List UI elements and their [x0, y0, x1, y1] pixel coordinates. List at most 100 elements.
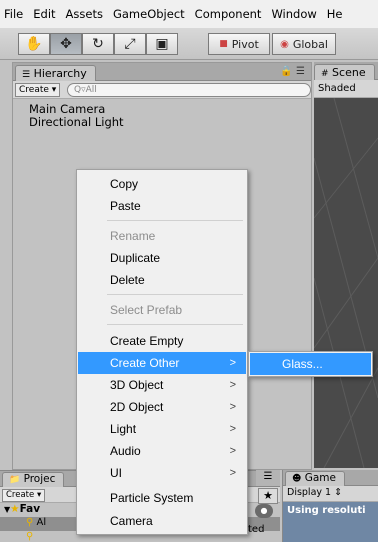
menu-component[interactable]: Component — [195, 7, 262, 21]
globe-icon: ◉ — [280, 38, 289, 50]
favorites-label: Fav — [19, 503, 41, 515]
menu-item-glass[interactable]: Glass... — [250, 353, 371, 375]
submenu-arrow-icon: > — [229, 423, 236, 435]
global-label: Global — [292, 37, 328, 51]
panel-menu-icons[interactable]: 🔒 ☰ — [280, 66, 305, 77]
star-icon: ★ — [10, 503, 20, 515]
rotate-tool-button[interactable]: ↻ — [82, 33, 114, 55]
menu-item-duplicate[interactable]: Duplicate — [78, 247, 246, 269]
menu-item-ui[interactable]: UI > — [78, 462, 246, 484]
menu-item-label: Create Empty — [110, 334, 184, 348]
menu-item-label: Glass... — [282, 357, 323, 371]
scene-viewport[interactable] — [314, 98, 378, 468]
menu-item-camera[interactable]: Camera — [78, 510, 246, 532]
menu-item-rename: Rename — [78, 225, 246, 247]
menu-item-label: Light — [110, 422, 137, 436]
menu-item-label: 3D Object — [110, 378, 164, 392]
create-dropdown[interactable]: Create ▾ — [15, 83, 61, 97]
toolbar: ✋ ✥ ↻ ⤢ ▣ ■ Pivot ◉ Global — [0, 28, 378, 60]
panel-menu-icon[interactable]: ☰ — [256, 470, 280, 486]
pivot-toggle[interactable]: ■ Pivot — [208, 33, 270, 55]
search-icon: ⚲ — [26, 531, 34, 542]
search-icon: ⚲ — [26, 517, 34, 528]
menu-item-2d-object[interactable]: 2D Object > — [78, 396, 246, 418]
hierarchy-search-input[interactable]: Q▿All — [67, 83, 311, 97]
display-dropdown[interactable]: Display 1 — [287, 487, 331, 498]
menu-item-audio[interactable]: Audio > — [78, 440, 246, 462]
hierarchy-item-directional-light[interactable]: Directional Light — [29, 116, 311, 129]
inspector-text-fragment: ted — [248, 524, 265, 535]
project-create-label: Create — [6, 490, 35, 500]
menu-item-paste[interactable]: Paste — [78, 195, 246, 217]
menu-item-copy[interactable]: Copy — [78, 173, 246, 195]
tab-project[interactable]: 📁 Projec — [2, 472, 65, 487]
rect-tool-icon: ▣ — [155, 36, 169, 52]
favorites-item-label: Al — [36, 517, 47, 528]
menu-item-label: Delete — [110, 273, 145, 287]
game-panel: ☻ Game Display 1 ⇕ Using resoluti — [282, 470, 378, 542]
list-icon: ☰ — [22, 70, 31, 80]
create-other-submenu: Glass... — [248, 351, 373, 377]
menu-gameobject[interactable]: GameObject — [113, 7, 185, 21]
hierarchy-tab-label: Hierarchy — [33, 67, 87, 80]
hierarchy-list: Main Camera Directional Light — [13, 99, 311, 129]
menu-item-select-prefab: Select Prefab — [78, 299, 246, 321]
hand-icon: ✋ — [25, 36, 43, 52]
grid-icon: # — [321, 69, 329, 79]
menu-item-create-empty[interactable]: Create Empty — [78, 330, 246, 352]
submenu-arrow-icon: > — [229, 445, 236, 457]
hand-tool-button[interactable]: ✋ — [18, 33, 50, 55]
menu-bar: File Edit Assets GameObject Component Wi… — [0, 0, 378, 28]
menu-file[interactable]: File — [4, 7, 23, 21]
menu-item-particle-system[interactable]: Particle System — [78, 487, 246, 509]
game-view: Using resoluti — [283, 502, 378, 542]
menu-item-create-other[interactable]: Create Other > — [78, 352, 246, 374]
dropdown-arrow-icon: ▾ — [51, 85, 57, 95]
tab-game[interactable]: ☻ Game — [285, 471, 345, 486]
menu-edit[interactable]: Edit — [33, 7, 55, 21]
project-tab-label: Projec — [23, 473, 56, 485]
menu-item-label: Audio — [110, 444, 141, 458]
rotate-icon: ↻ — [92, 36, 104, 52]
pivot-label: Pivot — [231, 37, 259, 51]
shading-mode-dropdown[interactable]: Shaded — [318, 83, 356, 94]
global-toggle[interactable]: ◉ Global — [272, 33, 336, 55]
favorite-star-button[interactable]: ★ — [258, 488, 278, 504]
create-label: Create — [19, 85, 49, 95]
rect-tool-button[interactable]: ▣ — [146, 33, 178, 55]
menu-item-label: Create Other — [110, 356, 180, 370]
game-icon: ☻ — [292, 474, 302, 484]
menu-separator — [107, 324, 243, 325]
menu-item-label: Rename — [110, 229, 156, 243]
menu-item-label: Particle System — [110, 491, 194, 505]
menu-item-label: Duplicate — [110, 251, 161, 265]
menu-help[interactable]: He — [327, 7, 343, 21]
menu-item-label: Select Prefab — [110, 303, 183, 317]
menu-item-delete[interactable]: Delete — [78, 269, 246, 291]
menu-item-3d-object[interactable]: 3D Object > — [78, 374, 246, 396]
game-tab-row: ☻ Game — [283, 470, 378, 486]
move-tool-button[interactable]: ✥ — [50, 33, 82, 55]
project-create-dropdown[interactable]: Create ▾ — [2, 489, 46, 502]
menu-separator — [107, 294, 243, 295]
menu-separator — [107, 220, 243, 221]
star-icon: ★ — [263, 489, 273, 502]
game-toolbar: Display 1 ⇕ — [283, 486, 378, 502]
submenu-arrow-icon: > — [229, 379, 236, 391]
count-badge-icon: ● — [255, 504, 273, 518]
scene-tab-label: Scene — [332, 66, 366, 79]
scale-tool-button[interactable]: ⤢ — [114, 33, 146, 55]
dropdown-arrow-icon: ▾ — [36, 490, 42, 500]
menu-item-label: Camera — [110, 514, 153, 528]
folder-icon: 📁 — [9, 475, 21, 485]
tab-hierarchy[interactable]: ☰ Hierarchy — [15, 65, 96, 81]
menu-item-light[interactable]: Light > — [78, 418, 246, 440]
menu-window[interactable]: Window — [271, 7, 316, 21]
menu-assets[interactable]: Assets — [66, 7, 103, 21]
submenu-arrow-icon: > — [229, 401, 236, 413]
hierarchy-toolbar: Create ▾ Q▿All — [13, 81, 311, 99]
tab-scene[interactable]: # Scene — [314, 64, 375, 80]
submenu-arrow-icon: > — [229, 357, 236, 369]
menu-item-label: 2D Object — [110, 400, 164, 414]
scene-panel: # Scene Shaded — [314, 62, 378, 468]
